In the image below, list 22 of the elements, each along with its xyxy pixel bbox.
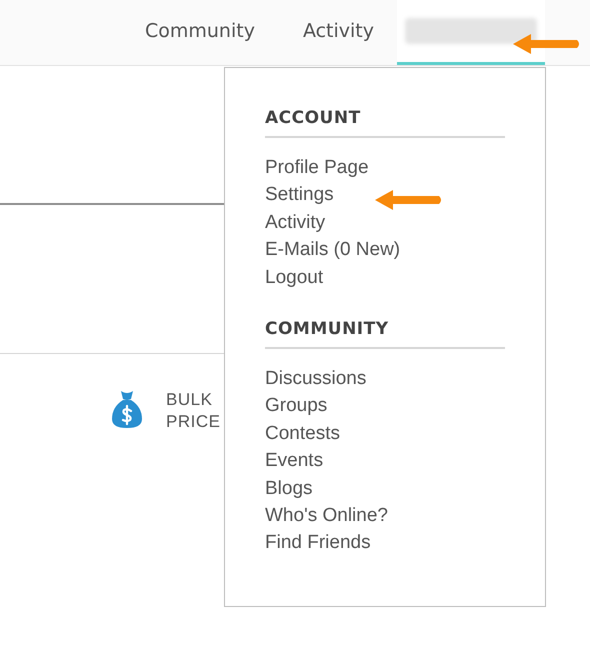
- user-menu-tab[interactable]: [397, 0, 545, 65]
- promo-text: PRICE: [166, 411, 220, 433]
- menu-link[interactable]: Contests: [265, 420, 340, 448]
- menu-link[interactable]: Activity: [265, 208, 326, 236]
- menu-link[interactable]: Blogs: [265, 474, 313, 502]
- menu-link[interactable]: Settings: [265, 181, 334, 209]
- section-heading: ACCOUNT: [265, 108, 505, 138]
- section-heading: COMMUNITY: [265, 319, 505, 350]
- nav-link[interactable]: Community: [122, 0, 278, 65]
- arrow-icon: [375, 190, 443, 210]
- menu-link[interactable]: Groups: [265, 392, 328, 420]
- promo-text: BULK: [166, 389, 214, 411]
- menu-link[interactable]: Events: [265, 447, 324, 475]
- menu-link[interactable]: Find Friends: [265, 529, 371, 557]
- menu-link[interactable]: Logout: [265, 264, 324, 292]
- menu-link[interactable]: E-Mails (0 New): [265, 236, 400, 264]
- nav-link[interactable]: Activity: [280, 0, 397, 65]
- menu-link[interactable]: Discussions: [265, 365, 366, 392]
- menu-link[interactable]: Who's Online?: [265, 502, 388, 530]
- arrow-icon: [513, 34, 581, 54]
- money-bag-icon: [110, 389, 144, 429]
- menu-link[interactable]: Profile Page: [265, 154, 369, 182]
